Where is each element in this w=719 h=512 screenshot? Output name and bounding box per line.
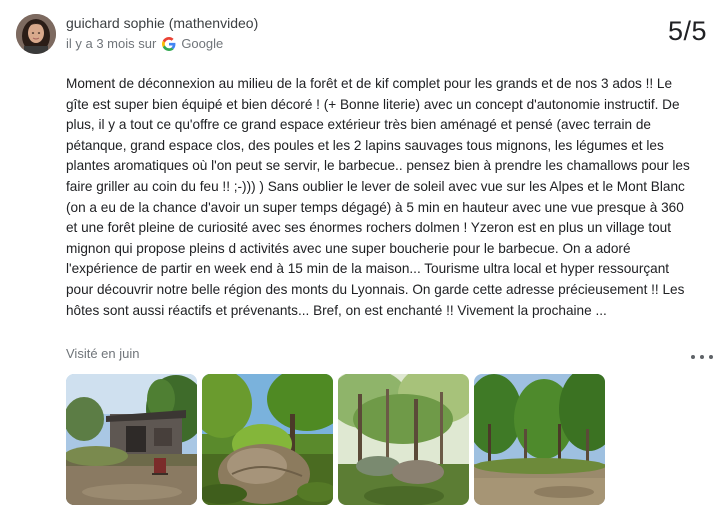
review-source: Google (181, 36, 224, 51)
photo-cabin[interactable] (66, 374, 197, 505)
author-name[interactable]: guichard sophie (mathenvideo) (66, 15, 258, 31)
photo-boulder[interactable] (202, 374, 333, 505)
photo-forest-clearing[interactable] (474, 374, 605, 505)
photo-strip (66, 374, 605, 505)
rating-score: 5/5 (667, 16, 707, 46)
google-g-icon (162, 36, 176, 51)
avatar[interactable] (16, 14, 56, 54)
review-meta: il y a 3 mois sur Google (66, 36, 223, 51)
review-text: Moment de déconnexion au milieu de la fo… (66, 76, 690, 318)
photo-forest-path[interactable] (338, 374, 469, 505)
review-time: il y a 3 mois sur (66, 36, 157, 51)
review-card: guichard sophie (mathenvideo) il y a 3 m… (0, 0, 719, 512)
more-options-button[interactable] (691, 349, 713, 365)
visit-date: Visité en juin (66, 346, 140, 361)
more-horizontal-icon (691, 355, 695, 359)
